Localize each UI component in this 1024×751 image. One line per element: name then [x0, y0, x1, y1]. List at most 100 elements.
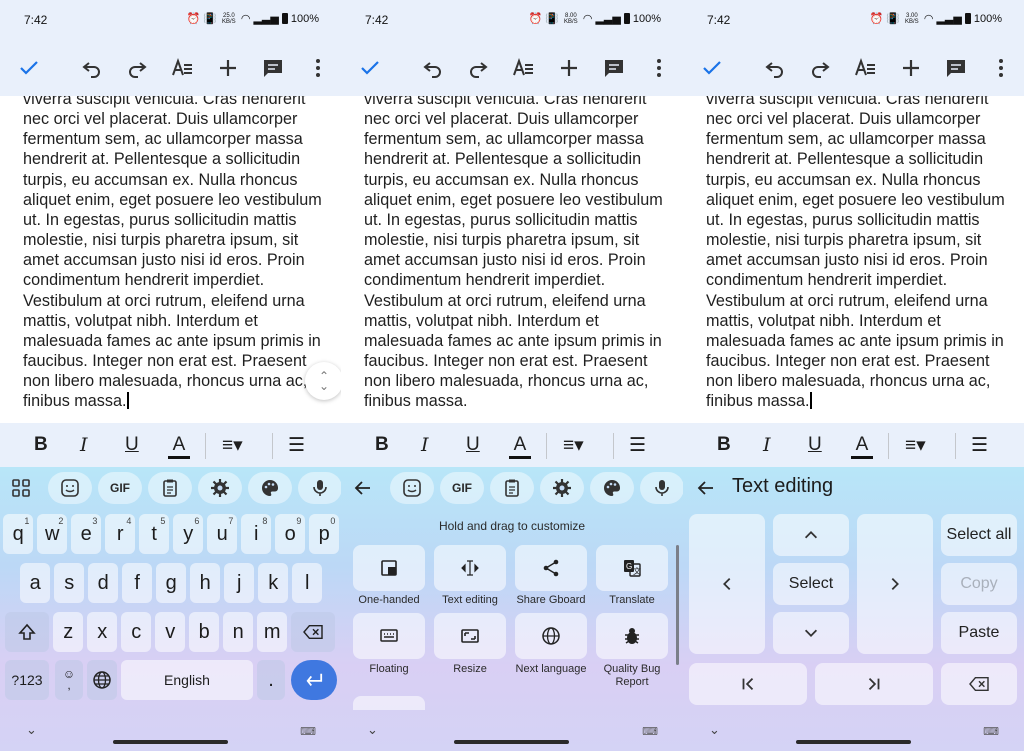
- underline-button[interactable]: U: [466, 433, 480, 457]
- document-body[interactable]: viverra suscipit vehicula. Cras hendreri…: [683, 96, 1024, 423]
- tile-text-editing[interactable]: [434, 545, 506, 591]
- insert-plus-icon[interactable]: [214, 54, 242, 82]
- period-key[interactable]: .: [257, 660, 285, 700]
- text-format-icon[interactable]: [168, 54, 196, 82]
- key-0-1[interactable]: w2: [37, 514, 68, 554]
- bold-button[interactable]: B: [34, 433, 48, 457]
- text-format-icon[interactable]: [509, 54, 537, 82]
- key-2-6[interactable]: m: [257, 612, 288, 652]
- tile-resize[interactable]: [434, 613, 506, 659]
- text-color-button[interactable]: A: [509, 433, 531, 459]
- microphone-icon[interactable]: [640, 472, 683, 504]
- document-body[interactable]: viverra suscipit vehicula. Cras hendreri…: [341, 96, 683, 423]
- keyboard-switch-icon[interactable]: ⌨: [300, 725, 316, 738]
- key-1-3[interactable]: f: [122, 563, 153, 603]
- key-2-4[interactable]: b: [189, 612, 220, 652]
- home-gesture-handle[interactable]: [113, 740, 228, 744]
- move-to-start-button[interactable]: [689, 663, 807, 705]
- key-2-1[interactable]: x: [87, 612, 118, 652]
- clipboard-icon[interactable]: [148, 472, 192, 504]
- gif-button[interactable]: GIF: [98, 472, 142, 504]
- tile-next-language[interactable]: [515, 613, 587, 659]
- bullet-list-icon[interactable]: ☰: [971, 433, 988, 457]
- cursor-right-button[interactable]: [857, 514, 933, 654]
- key-0-2[interactable]: e3: [71, 514, 102, 554]
- align-icon[interactable]: ≡▾: [905, 433, 926, 457]
- text-color-button[interactable]: A: [168, 433, 190, 459]
- backspace-key[interactable]: [941, 663, 1017, 705]
- cursor-up-button[interactable]: [773, 514, 849, 556]
- symbols-key[interactable]: ?123: [5, 660, 49, 700]
- emoji-comma-key[interactable]: ☺,: [55, 660, 83, 700]
- move-to-end-button[interactable]: [815, 663, 933, 705]
- palette-icon[interactable]: [248, 472, 292, 504]
- key-0-5[interactable]: y6: [173, 514, 204, 554]
- clipboard-icon[interactable]: [490, 472, 534, 504]
- settings-gear-icon[interactable]: [540, 472, 584, 504]
- paste-button[interactable]: Paste: [941, 612, 1017, 654]
- microphone-icon[interactable]: [298, 472, 341, 504]
- cursor-down-button[interactable]: [773, 612, 849, 654]
- gif-button[interactable]: GIF: [440, 472, 484, 504]
- comment-icon[interactable]: [600, 54, 628, 82]
- bullet-list-icon[interactable]: ☰: [288, 433, 305, 457]
- undo-icon[interactable]: [761, 54, 789, 82]
- bullet-list-icon[interactable]: ☰: [629, 433, 646, 457]
- key-0-9[interactable]: p0: [309, 514, 340, 554]
- undo-icon[interactable]: [78, 54, 106, 82]
- redo-icon[interactable]: [123, 54, 151, 82]
- select-button[interactable]: Select: [773, 563, 849, 605]
- key-0-6[interactable]: u7: [207, 514, 238, 554]
- document-body[interactable]: viverra suscipit vehicula. Cras hendreri…: [0, 96, 341, 423]
- copy-button[interactable]: Copy: [941, 563, 1017, 605]
- tile-one-handed[interactable]: [353, 545, 425, 591]
- done-checkmark-icon[interactable]: [356, 54, 384, 82]
- tile-translate[interactable]: G文: [596, 545, 668, 591]
- keyboard-switch-icon[interactable]: ⌨: [642, 725, 658, 738]
- insert-plus-icon[interactable]: [555, 54, 583, 82]
- more-vert-icon[interactable]: [645, 54, 673, 82]
- redo-icon[interactable]: [806, 54, 834, 82]
- apps-grid-icon[interactable]: [5, 472, 37, 504]
- home-gesture-handle[interactable]: [454, 740, 569, 744]
- settings-gear-icon[interactable]: [198, 472, 242, 504]
- back-arrow-icon[interactable]: [347, 472, 379, 504]
- key-1-6[interactable]: j: [224, 563, 255, 603]
- tile-share-gboard[interactable]: [515, 545, 587, 591]
- sticker-icon[interactable]: [390, 472, 434, 504]
- key-0-8[interactable]: o9: [275, 514, 306, 554]
- comment-icon[interactable]: [259, 54, 287, 82]
- key-1-7[interactable]: k: [258, 563, 289, 603]
- globe-icon[interactable]: [87, 660, 117, 700]
- select-all-button[interactable]: Select all: [941, 514, 1017, 556]
- sticker-icon[interactable]: [48, 472, 92, 504]
- text-format-icon[interactable]: [851, 54, 879, 82]
- back-arrow-icon[interactable]: [690, 472, 722, 504]
- key-1-5[interactable]: h: [190, 563, 221, 603]
- redo-icon[interactable]: [464, 54, 492, 82]
- done-checkmark-icon[interactable]: [15, 54, 43, 82]
- bold-button[interactable]: B: [375, 433, 389, 457]
- keyboard-switch-icon[interactable]: ⌨: [983, 725, 999, 738]
- home-gesture-handle[interactable]: [796, 740, 911, 744]
- key-1-2[interactable]: d: [88, 563, 119, 603]
- key-2-3[interactable]: v: [155, 612, 186, 652]
- key-0-0[interactable]: q1: [3, 514, 34, 554]
- key-0-7[interactable]: i8: [241, 514, 272, 554]
- tile-quality-bug-report[interactable]: [596, 613, 668, 659]
- comment-icon[interactable]: [942, 54, 970, 82]
- bold-button[interactable]: B: [717, 433, 731, 457]
- key-1-4[interactable]: g: [156, 563, 187, 603]
- cursor-left-button[interactable]: [689, 514, 765, 654]
- scrollbar[interactable]: [676, 545, 679, 665]
- key-2-5[interactable]: n: [223, 612, 254, 652]
- italic-button[interactable]: I: [763, 433, 771, 457]
- tile-floating[interactable]: [353, 613, 425, 659]
- more-vert-icon[interactable]: [304, 54, 332, 82]
- fast-scroll-handle[interactable]: ⌃ ⌄: [305, 362, 341, 400]
- key-0-3[interactable]: r4: [105, 514, 136, 554]
- text-color-button[interactable]: A: [851, 433, 873, 459]
- key-1-0[interactable]: a: [20, 563, 51, 603]
- key-1-8[interactable]: l: [292, 563, 323, 603]
- align-icon[interactable]: ≡▾: [222, 433, 243, 457]
